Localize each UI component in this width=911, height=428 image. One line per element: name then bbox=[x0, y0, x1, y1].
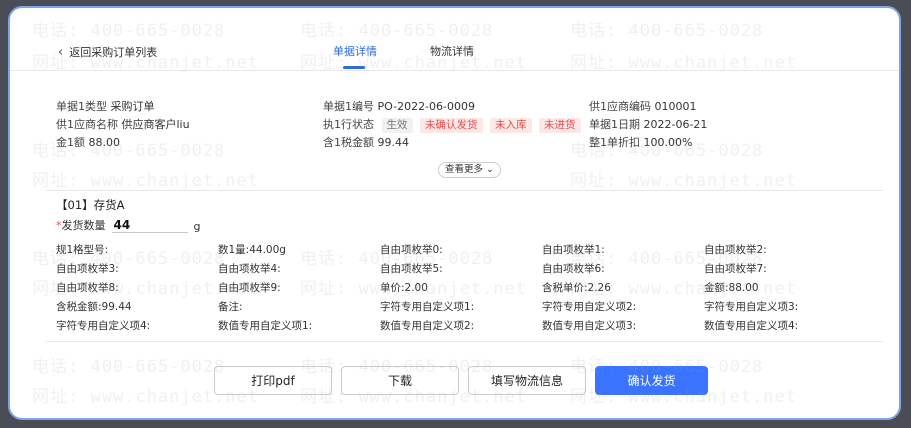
doc-type: 单据1类型 采购订单 bbox=[56, 100, 155, 113]
chevron-down-icon: ⌄ bbox=[483, 164, 494, 175]
item-field: 自由项枚举1: bbox=[542, 244, 605, 256]
back-link-label: 返回采购订单列表 bbox=[69, 46, 158, 59]
confirm-shipment-button[interactable]: 确认发货 bbox=[595, 366, 708, 395]
status-badge: 未入库 bbox=[490, 118, 532, 133]
view-more-label: 查看更多 bbox=[445, 164, 484, 175]
item-field: 自由项枚举0: bbox=[380, 244, 443, 256]
item-field: 数值专用自定义项2: bbox=[380, 320, 475, 332]
item-field: 规1格型号: bbox=[56, 244, 109, 256]
fill-logistics-button[interactable]: 填写物流信息 bbox=[468, 366, 586, 395]
execution-status: 执1行状态 生效 未确认发货 未入库 未进货 bbox=[323, 116, 581, 133]
ship-quantity-label: *发货数量 bbox=[56, 219, 106, 232]
doc-number: 单据1编号 PO-2022-06-0009 bbox=[323, 100, 475, 113]
item-field: 自由项枚举5: bbox=[380, 263, 443, 275]
item-field: 自由项枚举9: bbox=[218, 282, 281, 294]
item-field: 数1量:44.00g bbox=[218, 244, 286, 256]
item-detail: 【01】存货A *发货数量 g 规1格型号: 数1量:44.00g 自由项枚举0… bbox=[46, 191, 883, 342]
status-badge: 未确认发货 bbox=[420, 118, 483, 133]
item-field: 自由项枚举3: bbox=[56, 263, 119, 275]
item-fields-grid: 规1格型号: 数1量:44.00g 自由项枚举0: 自由项枚举1: 自由项枚举2… bbox=[56, 243, 876, 334]
tax-included-amount: 含1税金额 99.44 bbox=[323, 136, 409, 149]
tab-logistics-details[interactable]: 物流详情 bbox=[430, 43, 474, 59]
chevron-left-icon: ‹ bbox=[58, 44, 64, 60]
status-badge: 未进货 bbox=[539, 118, 581, 133]
item-field: 字符专用自定义项4: bbox=[56, 320, 151, 332]
supplier-name: 供1应商名称 供应商客户liu bbox=[56, 118, 190, 131]
item-field: 备注: bbox=[218, 301, 243, 313]
page-header: ‹ 返回采购订单列表 单据详情 物流详情 bbox=[10, 8, 899, 71]
view-more-button[interactable]: 查看更多 ⌄ bbox=[438, 162, 501, 178]
quantity-unit: g bbox=[193, 220, 201, 233]
supplier-code: 供1应商编码 010001 bbox=[589, 100, 697, 113]
order-discount: 整1单折扣 100.00% bbox=[589, 136, 693, 149]
item-field: 自由项枚举4: bbox=[218, 263, 281, 275]
action-bar: 打印pdf 下载 填写物流信息 确认发货 bbox=[10, 363, 899, 403]
item-field: 字符专用自定义项1: bbox=[380, 301, 475, 313]
item-field: 含税金额:99.44 bbox=[56, 301, 132, 313]
item-field: 单价:2.00 bbox=[380, 282, 428, 294]
item-field: 自由项枚举2: bbox=[704, 244, 767, 256]
download-button[interactable]: 下载 bbox=[341, 366, 459, 395]
item-field: 字符专用自定义项2: bbox=[542, 301, 637, 313]
item-field: 金额:88.00 bbox=[704, 282, 759, 294]
active-tab-indicator bbox=[343, 66, 365, 69]
item-field: 自由项枚举6: bbox=[542, 263, 605, 275]
item-field: 自由项枚举7: bbox=[704, 263, 767, 275]
item-field: 数值专用自定义项3: bbox=[542, 320, 637, 332]
item-field: 自由项枚举8: bbox=[56, 282, 119, 294]
screenshot-frame: ‹ 返回采购订单列表 单据详情 物流详情 单据1类型 采购订单 单据1编号 PO… bbox=[0, 0, 911, 428]
status-badge: 生效 bbox=[381, 118, 413, 133]
doc-date: 单据1日期 2022-06-21 bbox=[589, 118, 708, 131]
order-detail-card: ‹ 返回采购订单列表 单据详情 物流详情 单据1类型 采购订单 单据1编号 PO… bbox=[8, 6, 901, 420]
tab-document-details[interactable]: 单据详情 bbox=[333, 43, 377, 59]
item-field: 数值专用自定义项1: bbox=[218, 320, 313, 332]
back-link[interactable]: ‹ 返回采购订单列表 bbox=[58, 44, 157, 60]
item-field: 含税单价:2.26 bbox=[542, 282, 611, 294]
item-field: 数值专用自定义项4: bbox=[704, 320, 799, 332]
amount: 金1额 88.00 bbox=[56, 136, 120, 149]
ship-quantity-input[interactable] bbox=[111, 218, 188, 233]
print-pdf-button[interactable]: 打印pdf bbox=[214, 366, 332, 395]
order-summary: 单据1类型 采购订单 单据1编号 PO-2022-06-0009 供1应商编码 … bbox=[46, 70, 883, 191]
item-field: 字符专用自定义项3: bbox=[704, 301, 799, 313]
ship-quantity-row: *发货数量 g bbox=[56, 217, 200, 233]
item-title: 【01】存货A bbox=[56, 198, 125, 212]
